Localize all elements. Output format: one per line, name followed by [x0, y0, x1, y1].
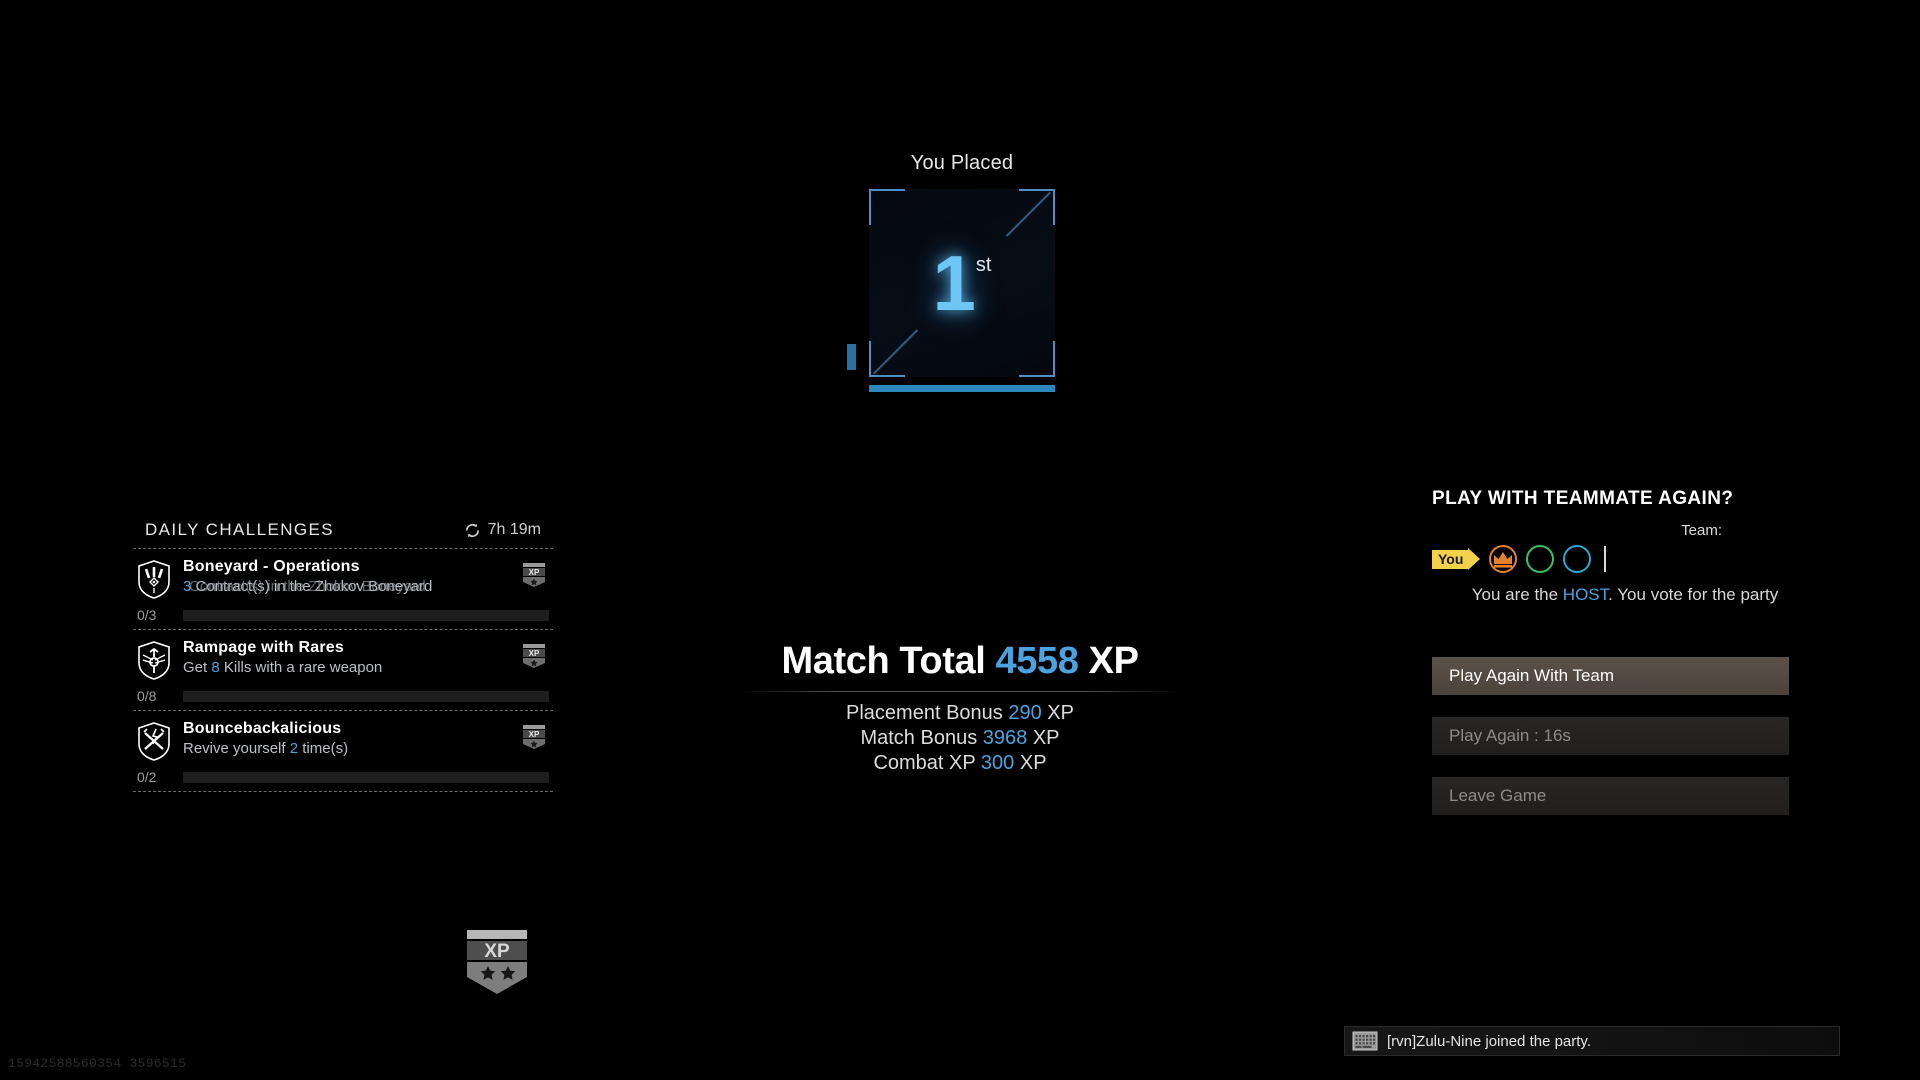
challenge-row[interactable]: Bouncebackalicious Revive yourself 2 tim…: [133, 711, 553, 791]
placement-accent-tick: [847, 344, 856, 370]
placement-rank: 1st: [869, 238, 1055, 327]
divider: [133, 791, 553, 792]
xp-rank-emblem-icon: XP: [467, 930, 527, 994]
challenge-description: Get 8 Kills with a rare weapon: [183, 659, 507, 676]
challenge-name: Bouncebackalicious: [183, 720, 342, 737]
challenge-progress-label: 0/8: [137, 688, 157, 704]
combat-xp-label: Combat XP: [873, 752, 981, 774]
placement-bonus-label: Placement Bonus: [846, 702, 1009, 724]
build-id-watermark: 15942588560354 3596515: [8, 1056, 187, 1071]
challenge-description: Revive yourself 2 time(s): [183, 740, 507, 757]
xp-badge-icon: XP: [523, 563, 545, 587]
combat-xp-value: 300: [980, 752, 1015, 774]
challenge-name: Boneyard - Operations: [183, 558, 360, 575]
host-note-prefix: You are the: [1471, 585, 1563, 604]
host-note: You are the HOST. You vote for the party: [1432, 585, 1832, 605]
placement-panel: You Placed 1st: [847, 152, 1062, 392]
svg-text:XP: XP: [529, 568, 540, 577]
challenge-desc-text: Kills with a rare weapon: [219, 659, 383, 676]
challenge-desc-text: time(s): [298, 740, 349, 757]
daily-challenges-panel: DAILY CHALLENGES 7h 19m Boneyard - Opera…: [133, 520, 553, 792]
action-buttons: Play Again With Team Play Again : 16s Le…: [1432, 657, 1789, 837]
host-note-host: HOST: [1562, 585, 1609, 604]
daily-challenges-title: DAILY CHALLENGES: [145, 520, 335, 539]
challenge-description: 3 Contract(s) in the Zhokov Boneyard Con…: [183, 578, 507, 595]
match-total-suffix: XP: [1078, 640, 1139, 682]
placement-bonus-value: 290: [1008, 702, 1042, 724]
placed-label: You Placed: [910, 152, 1014, 174]
placement-rank-suffix: st: [975, 253, 992, 276]
teammate-slot-3[interactable]: [1563, 545, 1592, 573]
daily-challenges-header: DAILY CHALLENGES 7h 19m: [133, 520, 553, 548]
team-panel-title: PLAY WITH TEAMMATE AGAIN?: [1432, 488, 1734, 509]
challenge-progress-bar: [183, 771, 549, 783]
play-again-button[interactable]: Play Again : 16s: [1432, 717, 1789, 755]
placement-bonus-line: Placement Bonus 290 XP: [700, 702, 1220, 725]
challenge-progress-bar: [183, 609, 549, 621]
match-bonus-value: 3968: [982, 727, 1028, 749]
challenge-row[interactable]: Boneyard - Operations 3 Contract(s) in t…: [133, 549, 553, 629]
svg-text:XP: XP: [484, 941, 510, 962]
placement-bonus-unit: XP: [1041, 702, 1074, 724]
challenge-desc-value: 8: [211, 659, 220, 676]
host-slot[interactable]: [1489, 545, 1518, 573]
frame-corner-bottom-right: [1019, 341, 1055, 377]
match-bonus-unit: XP: [1027, 727, 1060, 749]
match-total-value: 4558: [995, 640, 1079, 682]
placement-rank-number: 1: [932, 238, 976, 327]
refresh-icon: [465, 523, 479, 537]
svg-text:XP: XP: [529, 649, 540, 658]
challenge-desc-prefix: Revive yourself: [183, 740, 290, 757]
leave-game-button[interactable]: Leave Game: [1432, 777, 1789, 815]
match-bonus-label: Match Bonus: [860, 727, 983, 749]
combat-xp-line: Combat XP 300 XP: [700, 752, 1220, 775]
divider: [740, 691, 1180, 692]
match-bonus-line: Match Bonus 3968 XP: [700, 727, 1220, 750]
placement-frame: 1st: [847, 189, 1055, 392]
daily-challenges-timer-label: 7h 19m: [487, 521, 541, 538]
rampage-shield-icon: [138, 641, 170, 680]
challenge-progress-bar: [183, 690, 549, 702]
crown-icon: [1494, 552, 1513, 568]
placement-accent-bar: [869, 385, 1055, 392]
svg-text:XP: XP: [529, 730, 540, 739]
challenge-desc-prefix: Get: [183, 659, 212, 676]
teammate-slot-2[interactable]: [1526, 545, 1555, 573]
team-panel: PLAY WITH TEAMMATE AGAIN? Team: You You …: [1432, 488, 1832, 605]
frame-corner-top-left: [869, 189, 905, 225]
challenge-name: Rampage with Rares: [183, 639, 344, 656]
host-note-suffix: . You vote for the party: [1608, 585, 1779, 604]
xp-badge-icon: XP: [523, 725, 545, 749]
play-again-with-team-button[interactable]: Play Again With Team: [1432, 657, 1789, 695]
match-total-heading: Match Total 4558 XP: [700, 640, 1220, 683]
operations-shield-icon: [138, 560, 170, 599]
challenge-progress-label: 0/2: [137, 769, 157, 785]
chat-message: [rvn]Zulu-Nine joined the party.: [1387, 1032, 1591, 1050]
chat-bar[interactable]: [rvn]Zulu-Nine joined the party.: [1344, 1026, 1840, 1056]
xp-badge-icon: XP: [523, 644, 545, 668]
team-slots: You: [1432, 545, 1832, 573]
combat-xp-unit: XP: [1014, 752, 1047, 774]
match-total-prefix: Match Total: [781, 640, 996, 682]
text-cursor: [1604, 546, 1607, 572]
match-summary-screen: You Placed 1st DAILY CHALLENGES 7h 19m B…: [0, 0, 1920, 1080]
you-tag: You: [1432, 548, 1481, 571]
you-tag-label: You: [1432, 549, 1469, 569]
challenge-desc-ghost: Contract(s) in the Zhokov Boneyard: [189, 578, 426, 595]
match-total-panel: Match Total 4558 XP Placement Bonus 290 …: [700, 640, 1220, 777]
challenge-row[interactable]: Rampage with Rares Get 8 Kills with a ra…: [133, 630, 553, 710]
revive-shield-icon: [138, 722, 170, 761]
challenge-desc-value: 2: [289, 740, 299, 757]
daily-challenges-timer: 7h 19m: [464, 521, 541, 539]
you-tag-arrow: [1468, 548, 1481, 570]
team-label: Team:: [1681, 522, 1722, 539]
challenge-progress-label: 0/3: [137, 607, 157, 623]
keyboard-icon: [1352, 1031, 1378, 1051]
